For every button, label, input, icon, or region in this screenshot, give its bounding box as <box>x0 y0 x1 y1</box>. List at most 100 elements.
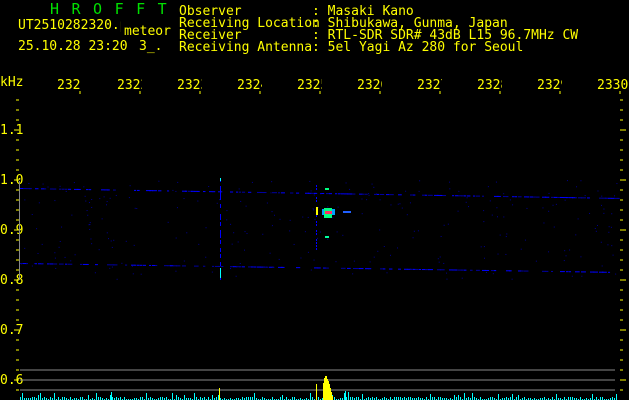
meteor-echo <box>325 188 329 190</box>
noise <box>327 238 329 240</box>
interference-line <box>220 198 221 200</box>
noise <box>418 190 420 192</box>
carrier-trace <box>86 189 89 191</box>
histogram-bar <box>54 393 55 400</box>
noise <box>446 272 448 274</box>
histogram-peak <box>323 383 324 400</box>
noise <box>616 183 618 185</box>
carrier-trace <box>77 188 81 190</box>
noise <box>270 192 272 194</box>
noise <box>601 195 603 197</box>
carrier-trace <box>26 263 29 265</box>
noise <box>239 263 241 265</box>
noise <box>512 204 514 206</box>
noise <box>230 268 232 270</box>
histogram-bar <box>146 393 147 400</box>
histogram-bar <box>38 395 39 400</box>
noise <box>483 246 485 248</box>
carrier-trace <box>365 193 368 195</box>
carrier-trace <box>413 194 416 196</box>
carrier-trace <box>419 268 422 270</box>
noise <box>313 259 315 261</box>
noise <box>446 278 448 280</box>
carrier-trace <box>137 189 140 191</box>
noise <box>608 226 610 228</box>
carrier-trace <box>59 188 62 190</box>
carrier-trace <box>518 196 522 198</box>
noise <box>603 212 605 214</box>
carrier-trace <box>278 192 281 194</box>
histogram-bar <box>96 393 97 400</box>
noise <box>21 263 23 265</box>
noise <box>230 223 232 225</box>
carrier-trace <box>89 189 92 191</box>
carrier-trace <box>134 189 137 191</box>
carrier-trace <box>464 195 467 197</box>
histogram-bar <box>194 393 195 400</box>
histogram-bar <box>218 395 219 400</box>
carrier-trace <box>185 190 188 192</box>
noise <box>140 273 142 275</box>
noise <box>580 256 582 258</box>
noise <box>37 252 39 254</box>
carrier-trace <box>593 271 598 273</box>
histogram-peak <box>327 379 328 400</box>
interference-line <box>316 185 317 187</box>
noise <box>317 237 319 239</box>
noise <box>28 182 30 184</box>
noise <box>101 218 103 220</box>
carrier-trace <box>317 267 321 269</box>
interference-line <box>220 230 221 232</box>
carrier-trace <box>428 194 433 196</box>
noise <box>608 231 610 233</box>
histogram-peak <box>331 392 332 400</box>
noise <box>466 197 468 199</box>
noise <box>289 219 291 221</box>
noise <box>520 248 522 250</box>
noise <box>240 200 242 202</box>
noise <box>42 183 44 185</box>
histogram-bar <box>458 395 459 400</box>
noise <box>262 233 264 235</box>
carrier-trace <box>155 265 158 267</box>
carrier-trace <box>404 268 408 270</box>
noise <box>226 219 228 221</box>
interference-line <box>316 248 317 250</box>
carrier-trace <box>113 189 116 191</box>
noise <box>569 249 571 251</box>
carrier-trace <box>410 194 414 196</box>
carrier-trace <box>368 268 372 270</box>
carrier-trace <box>242 191 246 193</box>
noise <box>383 246 385 248</box>
carrier-trace <box>65 263 68 265</box>
noise <box>238 188 240 190</box>
carrier-trace <box>239 191 242 193</box>
carrier-trace <box>218 265 221 267</box>
carrier-trace <box>191 190 195 192</box>
noise <box>480 246 482 248</box>
carrier-trace <box>542 270 546 272</box>
carrier-trace <box>377 193 380 195</box>
carrier-trace <box>452 195 455 197</box>
carrier-trace <box>497 195 501 197</box>
noise <box>447 223 449 225</box>
carrier-trace <box>80 263 83 265</box>
carrier-trace <box>521 270 524 272</box>
carrier-trace <box>467 195 471 197</box>
noise <box>313 209 315 211</box>
noise <box>499 234 501 236</box>
histogram-bar <box>616 394 617 400</box>
noise <box>65 190 67 192</box>
noise <box>386 272 388 274</box>
noise <box>443 262 445 264</box>
noise <box>83 186 85 188</box>
meteor-echo <box>343 211 351 213</box>
noise <box>279 218 281 220</box>
carrier-trace <box>575 197 578 199</box>
carrier-trace <box>272 192 277 194</box>
noise <box>417 230 419 232</box>
carrier-trace <box>443 195 447 197</box>
interference-line <box>316 200 317 202</box>
noise <box>91 198 93 200</box>
noise <box>269 252 271 254</box>
